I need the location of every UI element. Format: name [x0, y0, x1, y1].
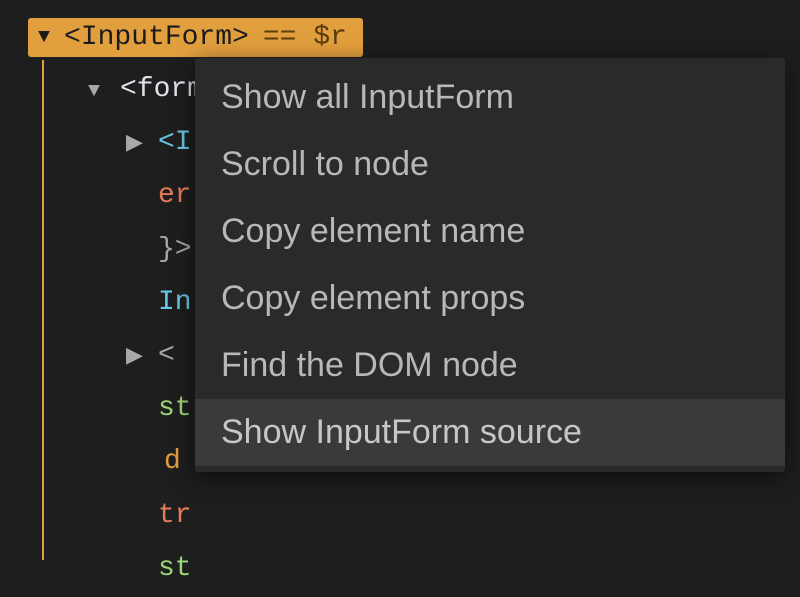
menu-item-show-source[interactable]: Show InputForm source	[195, 399, 785, 466]
menu-item-copy-element-props[interactable]: Copy element props	[195, 265, 785, 332]
context-menu: Show all InputForm Scroll to node Copy e…	[195, 58, 785, 472]
attr-text: er	[158, 169, 192, 222]
triangle-down-icon: ▼	[88, 73, 110, 111]
tree-row-tr: tr	[88, 489, 800, 542]
selected-component-tag: <InputForm>	[64, 22, 249, 53]
menu-item-show-all[interactable]: Show all InputForm	[195, 64, 785, 131]
tree-row-st2: st	[88, 542, 800, 595]
triangle-right-icon: ▶	[126, 123, 148, 165]
keyword-text: st	[158, 382, 192, 435]
tag-text: In	[158, 276, 192, 329]
attr-text: tr	[158, 489, 192, 542]
triangle-down-icon: ▼	[38, 26, 50, 49]
menu-item-find-dom-node[interactable]: Find the DOM node	[195, 332, 785, 399]
tag-open: <	[158, 329, 175, 382]
menu-item-copy-element-name[interactable]: Copy element name	[195, 198, 785, 265]
tree-indent-rule	[42, 60, 44, 560]
selected-ref-suffix: == $r	[263, 22, 347, 53]
value-text: d	[164, 435, 181, 488]
close-brace: }>	[158, 223, 192, 276]
selected-component-row[interactable]: ▼ <InputForm> == $r	[28, 18, 363, 57]
keyword-text: st	[158, 542, 192, 595]
triangle-right-icon: ▶	[126, 336, 148, 378]
menu-item-scroll-to-node[interactable]: Scroll to node	[195, 131, 785, 198]
tag-text: <I	[158, 116, 192, 169]
tag-open: <form	[120, 63, 204, 116]
